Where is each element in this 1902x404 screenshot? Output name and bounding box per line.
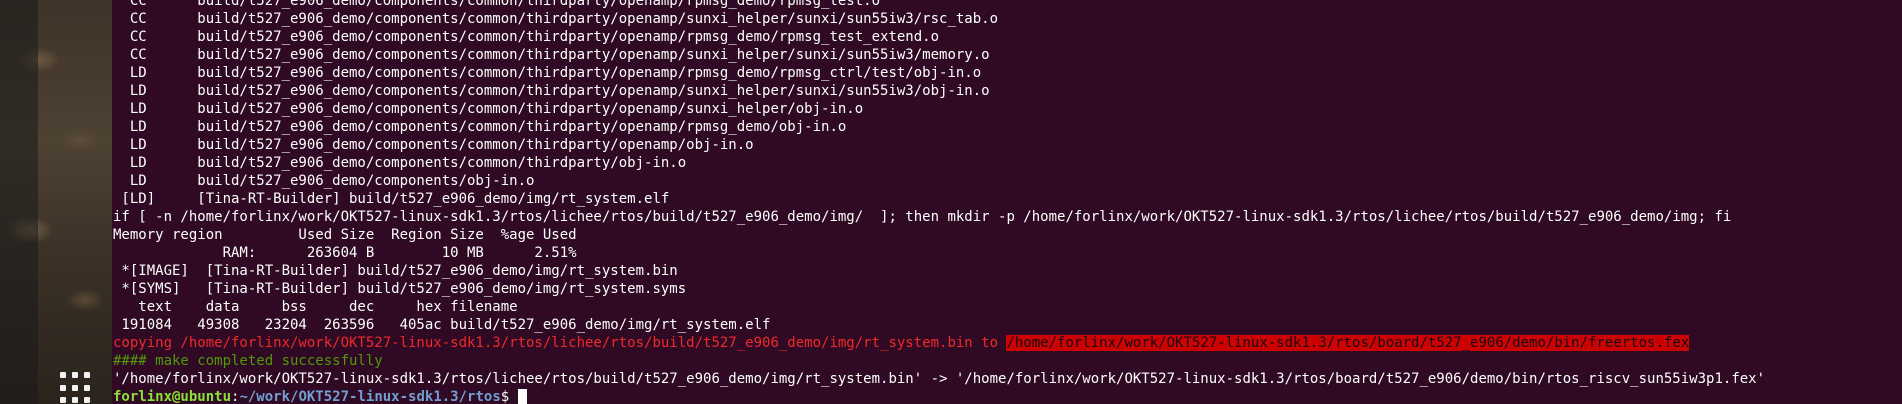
cp-output-line: '/home/forlinx/work/OKT527-linux-sdk1.3/… bbox=[113, 371, 1766, 387]
terminal-output: CC build/t527_e906_demo/components/commo… bbox=[113, 0, 1765, 404]
output-line: RAM: 263604 B 10 MB 2.51% bbox=[113, 245, 577, 261]
output-line: CC build/t527_e906_demo/components/commo… bbox=[113, 29, 940, 45]
copy-message-text: copying /home/forlinx/work/OKT527-linux-… bbox=[113, 335, 1007, 351]
output-line: CC build/t527_e906_demo/components/commo… bbox=[113, 0, 881, 9]
text-cursor bbox=[517, 389, 527, 404]
shell-prompt-line[interactable]: forlinx@ubuntu:~/work/OKT527-linux-sdk1.… bbox=[113, 388, 1765, 404]
output-line: [LD] [Tina-RT-Builder] build/t527_e906_d… bbox=[113, 191, 670, 207]
dock bbox=[0, 0, 38, 404]
output-line: LD build/t527_e906_demo/components/commo… bbox=[113, 101, 864, 117]
desktop-wallpaper bbox=[0, 0, 112, 404]
output-line: CC build/t527_e906_demo/components/commo… bbox=[113, 11, 999, 27]
prompt-path: ~/work/OKT527-linux-sdk1.3/rtos bbox=[239, 389, 501, 404]
output-line: LD build/t527_e906_demo/components/commo… bbox=[113, 83, 990, 99]
output-line: LD build/t527_e906_demo/components/commo… bbox=[113, 65, 982, 81]
output-line: Memory region Used Size Region Size %age… bbox=[113, 227, 577, 243]
output-line: 191084 49308 23204 263596 405ac build/t5… bbox=[113, 317, 771, 333]
output-line: LD build/t527_e906_demo/components/commo… bbox=[113, 119, 847, 135]
prompt-symbol: $ bbox=[500, 389, 518, 404]
output-line: CC build/t527_e906_demo/components/commo… bbox=[113, 47, 990, 63]
output-line: *[IMAGE] [Tina-RT-Builder] build/t527_e9… bbox=[113, 263, 678, 279]
copy-destination-path: /home/forlinx/work/OKT527-linux-sdk1.3/r… bbox=[1006, 335, 1690, 351]
make-success-line: #### make completed successfully bbox=[113, 353, 383, 369]
prompt-user-host: forlinx@ubuntu bbox=[113, 389, 232, 404]
output-line: LD build/t527_e906_demo/components/commo… bbox=[113, 155, 687, 171]
output-line: LD build/t527_e906_demo/components/commo… bbox=[113, 137, 754, 153]
output-line: LD build/t527_e906_demo/components/obj-i… bbox=[113, 173, 535, 189]
terminal-window[interactable]: CC build/t527_e906_demo/components/commo… bbox=[112, 0, 1902, 404]
output-line: if [ -n /home/forlinx/work/OKT527-linux-… bbox=[113, 209, 1732, 225]
show-applications-icon[interactable] bbox=[60, 372, 92, 404]
copy-message-line: copying /home/forlinx/work/OKT527-linux-… bbox=[113, 334, 1765, 352]
output-line: text data bss dec hex filename bbox=[113, 299, 518, 315]
output-line: *[SYMS] [Tina-RT-Builder] build/t527_e90… bbox=[113, 281, 687, 297]
